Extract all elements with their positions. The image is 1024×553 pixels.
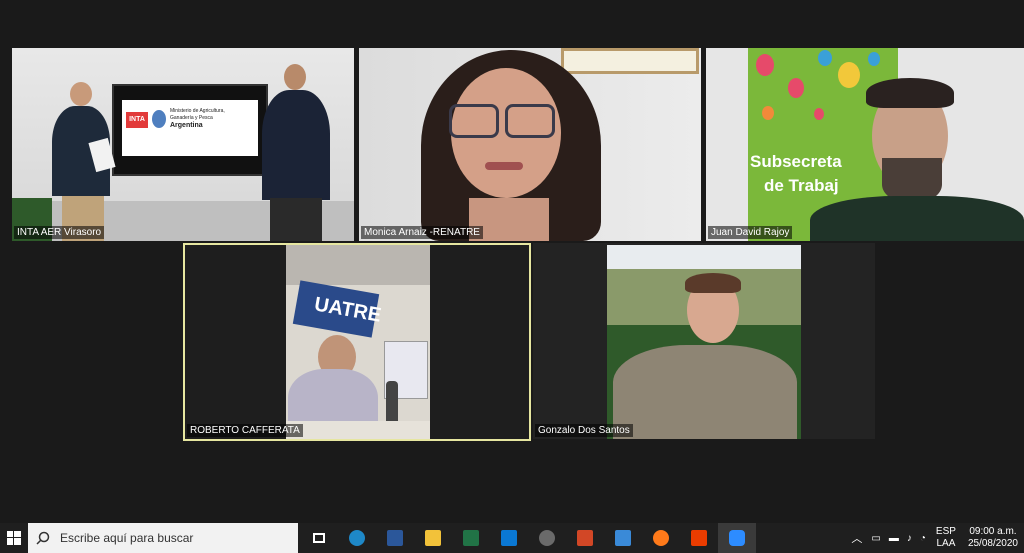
- excel-icon[interactable]: [452, 523, 490, 553]
- zoom-icon[interactable]: [718, 523, 756, 553]
- chevron-up-icon[interactable]: ︿: [851, 530, 862, 546]
- wifi-icon[interactable]: ◔: [920, 533, 926, 544]
- banner-line2: de Trabaj: [764, 176, 839, 195]
- network-icon[interactable]: ▬: [889, 533, 899, 544]
- video-feed: INTA Ministerio de Agricultura, Ganaderí…: [12, 48, 354, 241]
- sign-line1: Ministerio de Agricultura,: [170, 108, 225, 114]
- start-button[interactable]: [0, 523, 28, 553]
- video-tile-gonzalo[interactable]: Gonzalo Dos Santos: [533, 243, 875, 439]
- video-tile-inta[interactable]: INTA Ministerio de Agricultura, Ganaderí…: [12, 48, 354, 241]
- picture-frame: [561, 48, 699, 74]
- uatre-sign: UATRE: [292, 280, 383, 338]
- participant-name: INTA AER Virasoro: [14, 226, 105, 239]
- office-icon[interactable]: [680, 523, 718, 553]
- video-feed: UATRE: [286, 245, 430, 439]
- edge-icon[interactable]: [338, 523, 376, 553]
- camera-icon[interactable]: [528, 523, 566, 553]
- presentation-screen: INTA Ministerio de Agricultura, Ganaderí…: [112, 84, 268, 176]
- participant-name: Juan David Rajoy: [708, 226, 793, 239]
- powerpoint-icon[interactable]: [566, 523, 604, 553]
- banner-line1: Subsecreta: [750, 152, 842, 171]
- video-feed: Subsecreta de Trabaj: [706, 48, 1024, 241]
- task-view-icon[interactable]: [300, 523, 338, 553]
- participant-name: Monica Arnaiz -RENATRE: [361, 226, 483, 239]
- clock[interactable]: 09:00 a.m. 25/08/2020: [968, 526, 1018, 550]
- sign-line2: Ganadería y Pesca: [170, 115, 213, 121]
- input-language[interactable]: ESP LAA: [936, 526, 956, 550]
- search-box[interactable]: Escribe aquí para buscar: [28, 523, 298, 553]
- video-tile-juan[interactable]: Subsecreta de Trabaj Juan David Rajoy: [706, 48, 1024, 241]
- windows-icon: [7, 531, 21, 545]
- search-icon: [36, 531, 50, 545]
- photos-icon[interactable]: [604, 523, 642, 553]
- participant-name: ROBERTO CAFFERATA: [187, 424, 303, 437]
- participant-name: Gonzalo Dos Santos: [535, 424, 633, 437]
- system-tray: ︿ ▭ ▬ ♪ ◔ ESP LAA 09:00 a.m. 25/08/2020: [846, 523, 1024, 553]
- taskbar: Escribe aquí para buscar ︿ ▭ ▬ ♪ ◔ ESP L…: [0, 523, 1024, 553]
- video-tile-roberto[interactable]: UATRE ROBERTO CAFFERATA: [183, 243, 531, 441]
- file-explorer-icon[interactable]: [414, 523, 452, 553]
- firefox-icon[interactable]: [642, 523, 680, 553]
- clock-date: 25/08/2020: [967, 538, 1018, 549]
- mail-icon[interactable]: [490, 523, 528, 553]
- inta-logo: INTA: [126, 112, 148, 128]
- volume-icon[interactable]: ♪: [907, 533, 912, 544]
- search-placeholder: Escribe aquí para buscar: [60, 531, 194, 545]
- clock-time: 09:00 a.m.: [969, 526, 1017, 537]
- battery-icon[interactable]: ▭: [871, 533, 880, 544]
- video-feed: [607, 245, 801, 439]
- video-feed: [359, 48, 701, 241]
- video-tile-monica[interactable]: Monica Arnaiz -RENATRE: [359, 48, 701, 241]
- word-icon[interactable]: [376, 523, 414, 553]
- sign-line3: Argentina: [170, 122, 203, 129]
